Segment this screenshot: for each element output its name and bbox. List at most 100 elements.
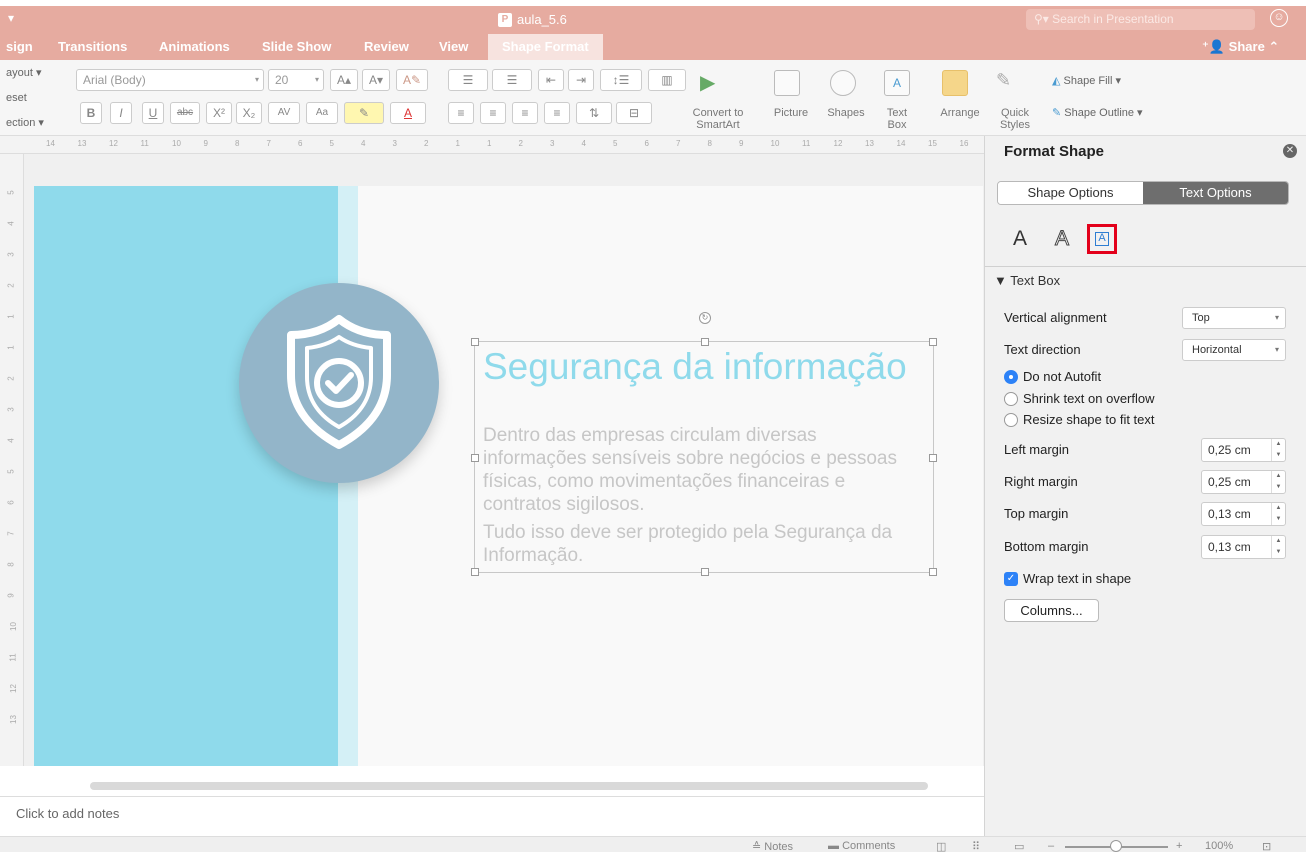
shrink-font-button[interactable]: A▾: [362, 69, 390, 91]
radio-button[interactable]: [1004, 391, 1018, 406]
feedback-smiley-icon[interactable]: ☺: [1270, 9, 1288, 27]
bold-button[interactable]: B: [80, 102, 102, 124]
tab-text-options[interactable]: Text Options: [1143, 182, 1288, 204]
text-box-icon[interactable]: A: [884, 70, 910, 96]
arrange-icon[interactable]: [942, 70, 968, 96]
picture-button[interactable]: Picture: [768, 107, 814, 119]
stepper-arrows-icon[interactable]: ▲ ▼: [1271, 503, 1285, 525]
stepper-arrows-icon[interactable]: ▲ ▼: [1271, 439, 1285, 461]
wrap-text-checkbox[interactable]: ✓: [1004, 571, 1018, 586]
radio-resize-shape[interactable]: Resize shape to fit text: [1004, 412, 1155, 427]
search-input[interactable]: ⚲▾ Search in Presentation: [1026, 9, 1255, 30]
bullets-button[interactable]: ☰: [448, 69, 488, 91]
highlight-color-button[interactable]: ✎: [344, 102, 384, 124]
align-text-button[interactable]: ⊟: [616, 102, 652, 124]
tab-shape-format[interactable]: Shape Format: [488, 34, 603, 60]
close-icon[interactable]: ✕: [1283, 144, 1297, 158]
horizontal-ruler[interactable]: 14 13 12 11 10 9 8 7 6 5 4 3 2 1 1 2 3 4 5 6 7 8 9 10 11 12 13 14 15…: [0, 136, 984, 154]
bottom-margin-stepper[interactable]: 0,13 cm ▲ ▼: [1201, 535, 1286, 559]
layout-button[interactable]: ayout ▾: [6, 66, 42, 79]
vertical-ruler[interactable]: 5 4 3 2 1 1 2 3 4 5 6 7 8 9 10 11 12 13: [0, 154, 24, 766]
text-direction-select[interactable]: Horizontal ▾: [1182, 339, 1286, 361]
subscript-button[interactable]: X₂: [236, 102, 262, 124]
text-fill-outline-button[interactable]: A: [1005, 224, 1035, 254]
wrap-text-checkbox-row[interactable]: ✓ Wrap text in shape: [1004, 571, 1131, 586]
tab-review[interactable]: Review: [364, 34, 409, 60]
text-box-section-header[interactable]: ▼ Text Box: [994, 273, 1060, 288]
left-margin-stepper[interactable]: 0,25 cm ▲ ▼: [1201, 438, 1286, 462]
reading-view-button[interactable]: ▭: [1014, 840, 1024, 852]
radio-button[interactable]: [1004, 369, 1018, 384]
reset-button[interactable]: eset: [6, 92, 27, 104]
strikethrough-button[interactable]: abc: [170, 102, 200, 124]
line-spacing-button[interactable]: ↕☰: [600, 69, 642, 91]
slide-title[interactable]: Segurança da informação: [483, 346, 907, 388]
rotate-handle[interactable]: ↻: [699, 312, 711, 324]
columns-button[interactable]: Columns...: [1004, 599, 1099, 622]
notes-toggle-button[interactable]: ≙ Notes: [752, 840, 793, 852]
smartart-icon[interactable]: ▶: [700, 70, 732, 96]
text-box-button[interactable]: Text Box: [880, 107, 914, 131]
superscript-button[interactable]: X²: [206, 102, 232, 124]
resize-handle-right[interactable]: [929, 454, 937, 462]
increase-indent-button[interactable]: ⇥: [568, 69, 594, 91]
slide[interactable]: ↻ Segurança da informação Dentro das emp…: [34, 186, 983, 766]
quick-styles-icon[interactable]: ✎: [996, 70, 1022, 96]
selected-text-box[interactable]: ↻ Segurança da informação Dentro das emp…: [471, 312, 937, 576]
decrease-indent-button[interactable]: ⇤: [538, 69, 564, 91]
tab-shape-options[interactable]: Shape Options: [998, 182, 1143, 204]
numbering-button[interactable]: ☰: [492, 69, 532, 91]
resize-handle-left[interactable]: [471, 454, 479, 462]
align-center-button[interactable]: ≡: [480, 102, 506, 124]
tab-design[interactable]: sign: [6, 34, 33, 60]
slide-sorter-button[interactable]: ⠿: [972, 840, 980, 852]
slide-canvas[interactable]: ↻ Segurança da informação Dentro das emp…: [24, 154, 984, 766]
radio-shrink-text[interactable]: Shrink text on overflow: [1004, 391, 1155, 406]
fit-to-window-button[interactable]: ⊡: [1262, 840, 1271, 852]
horizontal-scrollbar[interactable]: [90, 782, 928, 790]
right-margin-stepper[interactable]: 0,25 cm ▲ ▼: [1201, 470, 1286, 494]
arrange-button[interactable]: Arrange: [934, 107, 986, 119]
resize-handle-top-left[interactable]: [471, 338, 479, 346]
change-case-button[interactable]: Aa: [306, 102, 338, 124]
tab-view[interactable]: View: [439, 34, 468, 60]
security-badge[interactable]: [239, 283, 439, 483]
stepper-arrows-icon[interactable]: ▲ ▼: [1271, 471, 1285, 493]
font-size-select[interactable]: 20 ▾: [268, 69, 324, 91]
quick-styles-button[interactable]: Quick Styles: [990, 107, 1040, 131]
tab-slide-show[interactable]: Slide Show: [262, 34, 331, 60]
picture-icon[interactable]: [774, 70, 800, 96]
tab-transitions[interactable]: Transitions: [58, 34, 127, 60]
notes-pane[interactable]: Click to add notes: [0, 796, 984, 836]
character-spacing-button[interactable]: AV: [268, 102, 300, 124]
align-left-button[interactable]: ≡: [448, 102, 474, 124]
zoom-in-button[interactable]: +: [1176, 840, 1182, 852]
italic-button[interactable]: I: [110, 102, 132, 124]
zoom-level[interactable]: 100%: [1205, 840, 1233, 852]
shapes-button[interactable]: Shapes: [822, 107, 870, 119]
tab-animations[interactable]: Animations: [159, 34, 230, 60]
shape-outline-button[interactable]: ✎ Shape Outline ▾: [1052, 106, 1143, 119]
font-color-button[interactable]: A: [390, 102, 426, 124]
vertical-alignment-select[interactable]: Top ▾: [1182, 307, 1286, 329]
quick-access-menu-icon[interactable]: ▾: [8, 11, 14, 25]
comments-toggle-button[interactable]: ▬ Comments: [828, 840, 895, 852]
convert-to-smartart-button[interactable]: Convert to SmartArt: [680, 107, 756, 131]
underline-button[interactable]: U: [142, 102, 164, 124]
align-right-button[interactable]: ≡: [512, 102, 538, 124]
normal-view-button[interactable]: ◫: [936, 840, 946, 852]
grow-font-button[interactable]: A▴: [330, 69, 358, 91]
section-button[interactable]: ection ▾: [6, 116, 44, 129]
resize-handle-bottom-left[interactable]: [471, 568, 479, 576]
share-button[interactable]: ⁺👤 Share ⌃: [1202, 39, 1279, 55]
text-effects-button[interactable]: A: [1047, 224, 1077, 254]
radio-button[interactable]: [1004, 412, 1018, 427]
slide-body[interactable]: Dentro das empresas circulam diversas in…: [483, 424, 923, 572]
zoom-slider-thumb[interactable]: [1110, 840, 1122, 852]
clear-formatting-button[interactable]: A✎: [396, 69, 428, 91]
zoom-out-button[interactable]: –: [1048, 840, 1054, 852]
columns-ribbon-button[interactable]: ▥: [648, 69, 686, 91]
shape-fill-button[interactable]: ◭ Shape Fill ▾: [1052, 74, 1121, 87]
stepper-arrows-icon[interactable]: ▲ ▼: [1271, 536, 1285, 558]
resize-handle-top[interactable]: [701, 338, 709, 346]
